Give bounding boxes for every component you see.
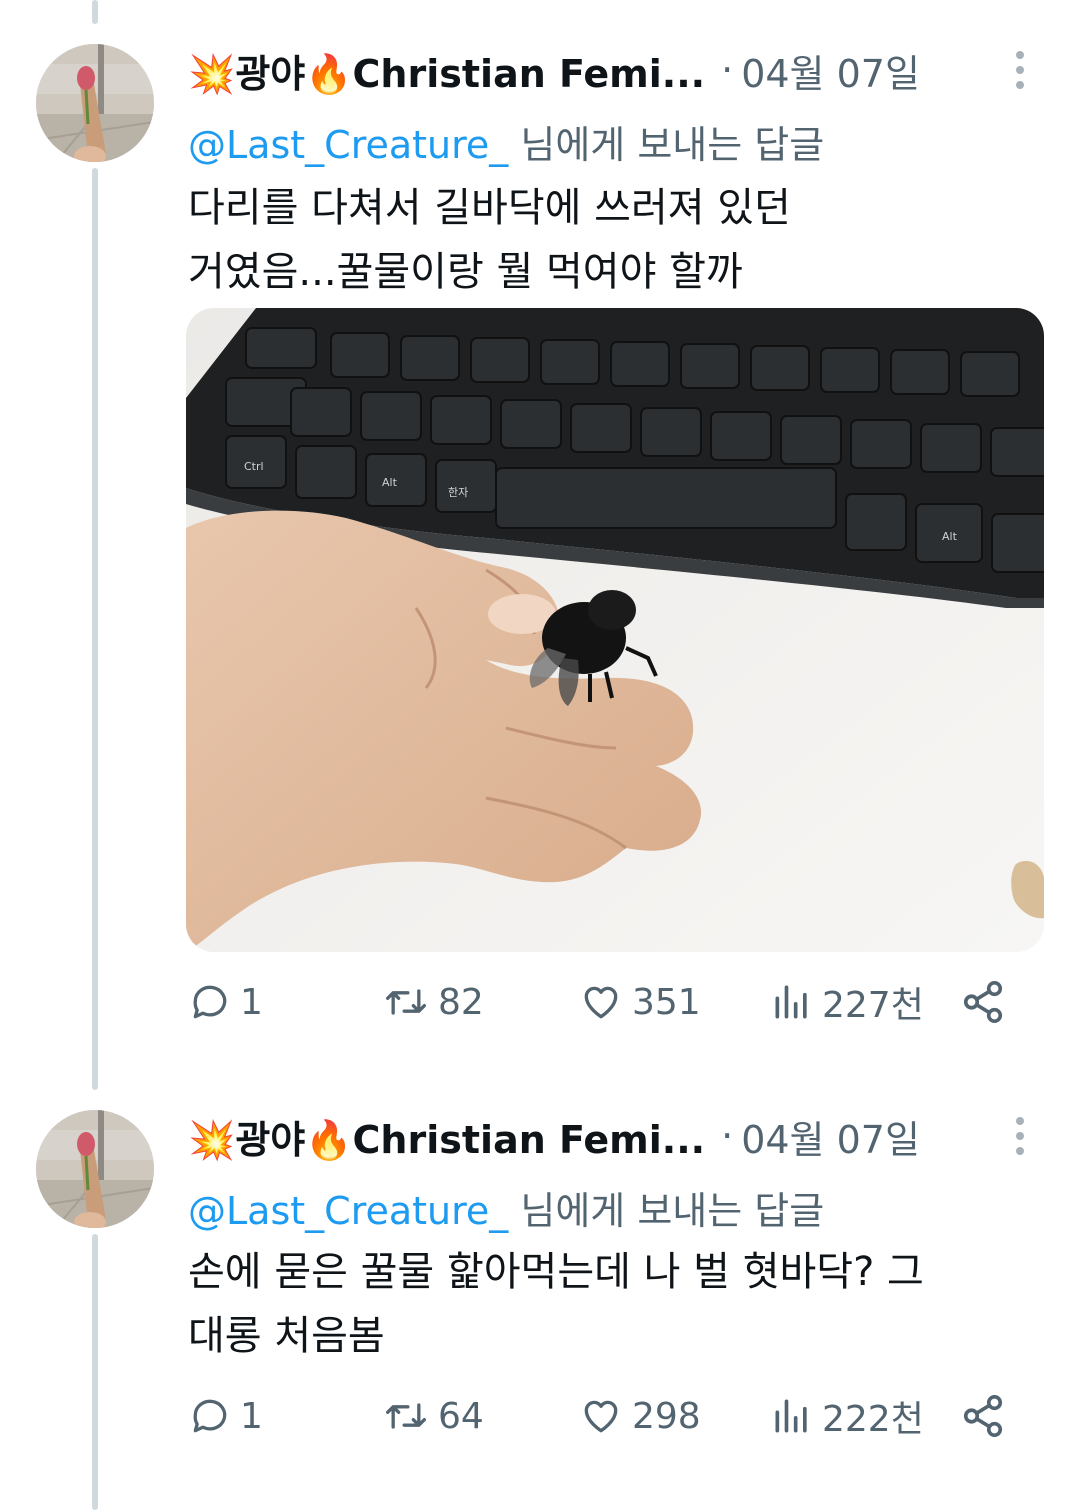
tweet-text-line: 대롱 처음봄 bbox=[188, 1313, 385, 1359]
views-button[interactable]: 222천 bbox=[770, 1386, 924, 1446]
like-count: 351 bbox=[632, 981, 701, 1023]
tweet-date[interactable]: 04월 07일 bbox=[741, 43, 920, 98]
tweet-text-line: 다리를 다쳐서 길바닥에 쓰러져 있던 bbox=[188, 185, 791, 231]
tweet-text: 손에 묻은 꿀물 핥아먹는데 나 벌 혓바닥? 그 대롱 처음봄 bbox=[188, 1240, 924, 1368]
share-nodes-icon bbox=[963, 1395, 1003, 1437]
like-button[interactable]: 351 bbox=[578, 972, 701, 1032]
retweet-arrows-icon bbox=[386, 1403, 426, 1429]
photo-key-label: Alt bbox=[942, 530, 958, 543]
separator-dot: · bbox=[721, 1114, 734, 1158]
retweet-button[interactable]: 82 bbox=[382, 972, 484, 1032]
tweet-text: 다리를 다쳐서 길바닥에 쓰러져 있던 거였음...꿀물이랑 뭘 먹여야 할까 bbox=[188, 176, 791, 304]
share-button[interactable] bbox=[960, 972, 1006, 1032]
reply-button[interactable]: 1 bbox=[188, 972, 263, 1032]
reply-context-label: 님에게 보내는 답글 bbox=[508, 123, 825, 167]
reply-context: @Last_Creature_ 님에게 보내는 답글 bbox=[188, 1180, 824, 1235]
reply-handle-link[interactable]: @Last_Creature_ bbox=[188, 123, 508, 167]
reply-handle-link[interactable]: @Last_Creature_ bbox=[188, 1189, 508, 1233]
like-button[interactable]: 298 bbox=[578, 1386, 701, 1446]
tweet-date[interactable]: 04월 07일 bbox=[741, 1109, 920, 1164]
speech-bubble-icon bbox=[193, 985, 227, 1019]
avatar[interactable] bbox=[36, 44, 154, 162]
tweet-text-line: 손에 묻은 꿀물 핥아먹는데 나 벌 혓바닥? 그 bbox=[188, 1249, 924, 1295]
speech-bubble-icon bbox=[193, 1399, 227, 1433]
tweet-actions: 1 82 351 227천 bbox=[188, 972, 1018, 1032]
tweet-text-line: 거였음...꿀물이랑 뭘 먹여야 할까 bbox=[188, 249, 743, 295]
display-name[interactable]: 💥광야🔥Christian Femi... bbox=[188, 43, 705, 98]
photo-key-label: Alt bbox=[382, 476, 398, 489]
views-count: 227천 bbox=[822, 985, 924, 1026]
reply-count: 1 bbox=[240, 1395, 263, 1437]
vertical-dots-icon[interactable] bbox=[1008, 1106, 1032, 1166]
tweet-header: 💥광야🔥Christian Femi... · 04월 07일 bbox=[188, 1106, 988, 1166]
retweet-button[interactable]: 64 bbox=[382, 1386, 484, 1446]
retweet-arrows-icon bbox=[386, 989, 426, 1015]
retweet-count: 64 bbox=[438, 1395, 484, 1437]
separator-dot: · bbox=[721, 48, 734, 92]
tweet-header: 💥광야🔥Christian Femi... · 04월 07일 bbox=[188, 40, 988, 100]
vertical-dots-icon[interactable] bbox=[1008, 40, 1032, 100]
thread-connector-line bbox=[92, 0, 98, 24]
display-name[interactable]: 💥광야🔥Christian Femi... bbox=[188, 1109, 705, 1164]
bar-chart-icon bbox=[775, 985, 807, 1019]
share-nodes-icon bbox=[963, 981, 1003, 1023]
reply-count: 1 bbox=[240, 981, 263, 1023]
retweet-count: 82 bbox=[438, 981, 484, 1023]
thread-connector-line bbox=[92, 1234, 98, 1510]
photo-key-label: Ctrl bbox=[244, 460, 264, 473]
heart-icon bbox=[584, 986, 618, 1019]
like-count: 298 bbox=[632, 1395, 701, 1437]
thread-connector-line bbox=[92, 168, 98, 1090]
bar-chart-icon bbox=[775, 1399, 807, 1433]
reply-context-label: 님에게 보내는 답글 bbox=[508, 1189, 825, 1233]
reply-button[interactable]: 1 bbox=[188, 1386, 263, 1446]
avatar[interactable] bbox=[36, 1110, 154, 1228]
tweet-photo[interactable]: Ctrl Alt 한자 Alt bbox=[186, 308, 1044, 952]
reply-context: @Last_Creature_ 님에게 보내는 답글 bbox=[188, 114, 824, 169]
views-button[interactable]: 227천 bbox=[770, 972, 924, 1032]
views-count: 222천 bbox=[822, 1399, 924, 1440]
share-button[interactable] bbox=[960, 1386, 1006, 1446]
tweet-actions: 1 64 298 222천 bbox=[188, 1386, 1018, 1446]
photo-key-label: 한자 bbox=[448, 486, 468, 499]
heart-icon bbox=[584, 1400, 618, 1433]
